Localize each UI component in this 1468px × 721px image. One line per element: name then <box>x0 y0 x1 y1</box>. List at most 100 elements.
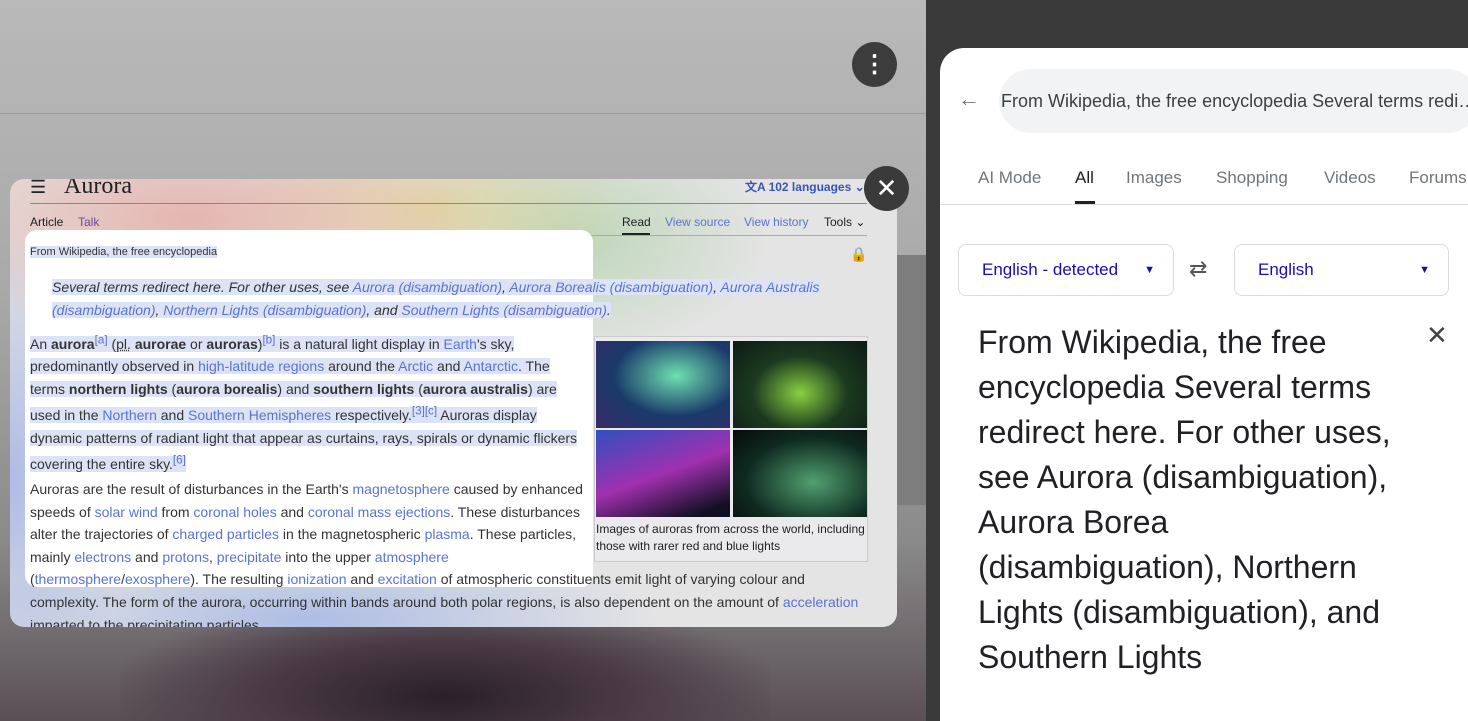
close-button[interactable]: ✕ <box>864 166 909 211</box>
link[interactable]: excitation <box>378 571 437 587</box>
tagline: From Wikipedia, the free encyclopedia <box>30 246 218 258</box>
more-vert-icon: ⋮ <box>862 51 887 78</box>
t: aurora borealis <box>176 380 278 397</box>
t: southern lights <box>313 380 415 397</box>
tab-view-source[interactable]: View source <box>665 215 730 229</box>
tab-read[interactable]: Read <box>622 215 651 229</box>
link[interactable]: plasma <box>425 526 470 542</box>
tab-article[interactable]: Article <box>30 215 63 229</box>
ref[interactable]: [6] <box>173 453 186 466</box>
aurora-image[interactable] <box>733 430 867 517</box>
tab-images[interactable]: Images <box>1126 168 1182 188</box>
link[interactable]: solar wind <box>95 504 158 520</box>
tab-forums[interactable]: Forums <box>1409 168 1467 188</box>
link[interactable]: Southern Lights (disambiguation) <box>401 302 606 318</box>
t: Auroras are the result of disturbances i… <box>30 481 353 497</box>
translate-icon: 文A <box>745 180 766 194</box>
caret-down-icon: ▼ <box>1419 264 1430 276</box>
t: from <box>157 503 194 520</box>
languages-button[interactable]: 文A 102 languages ⌄ <box>745 179 865 195</box>
link[interactable]: atmosphere <box>375 549 449 565</box>
link[interactable]: magnetosphere <box>353 481 450 497</box>
link[interactable]: protons <box>162 549 209 565</box>
caret-down-icon: ▼ <box>1144 264 1155 276</box>
page-title: Aurora <box>64 179 132 199</box>
t: aurora australis <box>422 380 528 397</box>
translation-output: From Wikipedia, the free encyclopedia Se… <box>978 324 1391 675</box>
t: pl. <box>116 335 131 352</box>
link[interactable]: ionization <box>287 571 346 587</box>
ref[interactable]: [b] <box>262 333 275 346</box>
tab-talk[interactable]: Talk <box>78 215 99 229</box>
aurora-image[interactable] <box>733 341 867 428</box>
link[interactable]: coronal mass ejections <box>308 504 450 520</box>
paragraph-1: An aurora[a] (pl. aurorae or auroras)[b]… <box>30 329 585 476</box>
t: northern lights <box>68 380 168 397</box>
ref[interactable]: [a] <box>95 333 108 346</box>
tab-shopping[interactable]: Shopping <box>1216 168 1288 188</box>
tab-all[interactable]: All <box>1075 168 1094 188</box>
t: aurorae <box>134 335 187 352</box>
ref[interactable]: [3][c] <box>412 404 437 417</box>
more-options-button[interactable]: ⋮ <box>852 42 897 87</box>
link[interactable]: Aurora (disambiguation) <box>353 279 502 295</box>
link[interactable]: high-latitude regions <box>198 358 324 374</box>
t: respectively. <box>331 407 412 424</box>
tools-menu[interactable]: Tools ⌄ <box>824 215 865 229</box>
target-language-select[interactable]: English ▼ <box>1234 244 1449 296</box>
aurora-image[interactable] <box>596 341 730 428</box>
swap-languages-icon[interactable]: ⇄ <box>1189 256 1207 282</box>
link[interactable]: precipitate <box>217 549 282 565</box>
image-caption: Images of auroras from across the world,… <box>596 522 865 553</box>
t: ( <box>167 380 177 397</box>
source-language-label: English - detected <box>982 260 1119 279</box>
background-panel <box>897 255 926 505</box>
t: , and <box>366 301 402 318</box>
link[interactable]: Arctic <box>398 358 433 374</box>
t: . <box>606 301 611 318</box>
t: and <box>276 503 308 520</box>
lens-overlay-background: ⋮ ☰ Aurora 文A 102 languages ⌄ Article Ta… <box>0 0 926 721</box>
link[interactable]: electrons <box>74 549 131 565</box>
link[interactable]: exosphere <box>125 571 190 587</box>
t: , <box>209 548 217 565</box>
t: auroras <box>206 335 258 352</box>
link[interactable]: Southern Hemispheres <box>188 407 331 423</box>
languages-label: 102 languages <box>768 180 852 194</box>
link[interactable]: Aurora Borealis (disambiguation) <box>509 279 713 295</box>
tab-ai-mode[interactable]: AI Mode <box>978 168 1041 188</box>
tab-view-history[interactable]: View history <box>744 215 808 229</box>
link[interactable]: thermosphere <box>35 571 121 587</box>
link[interactable]: Northern <box>102 407 156 423</box>
back-arrow-icon[interactable]: ← <box>958 86 980 112</box>
search-input[interactable]: From Wikipedia, the free encyclopedia Se… <box>999 69 1468 133</box>
source-language-select[interactable]: English - detected ▼ <box>958 244 1174 296</box>
tools-label: Tools <box>824 215 853 229</box>
t: and <box>346 571 378 588</box>
aurora-image[interactable] <box>596 430 730 517</box>
t: ( <box>107 335 117 352</box>
link[interactable]: Antarctic <box>464 358 518 374</box>
t: ). The resulting <box>190 571 288 588</box>
t: ( <box>414 380 423 397</box>
link[interactable]: acceleration <box>783 594 859 610</box>
tab-videos[interactable]: Videos <box>1324 168 1376 188</box>
divider <box>940 204 1468 205</box>
close-icon: ✕ <box>875 173 898 203</box>
clear-text-icon[interactable]: ✕ <box>1426 320 1448 351</box>
t: or <box>186 335 207 352</box>
link[interactable]: Earth <box>444 336 477 352</box>
t: into the upper <box>281 548 375 565</box>
link[interactable]: charged particles <box>172 526 279 542</box>
divider <box>0 113 926 114</box>
hatnote: Several terms redirect here. For other u… <box>52 276 832 321</box>
wikipedia-screenshot-card: ☰ Aurora 文A 102 languages ⌄ Article Talk… <box>10 179 897 627</box>
link[interactable]: Northern Lights (disambiguation) <box>163 302 366 318</box>
t: imparted to the precipitating particles. <box>30 616 263 627</box>
toc-icon[interactable]: ☰ <box>30 179 46 198</box>
t: around the <box>324 358 399 375</box>
link[interactable]: coronal holes <box>193 504 276 520</box>
t: aurora <box>51 335 95 352</box>
target-language-label: English <box>1258 260 1314 279</box>
tagline-text: From Wikipedia, the free encyclopedia <box>30 246 218 258</box>
